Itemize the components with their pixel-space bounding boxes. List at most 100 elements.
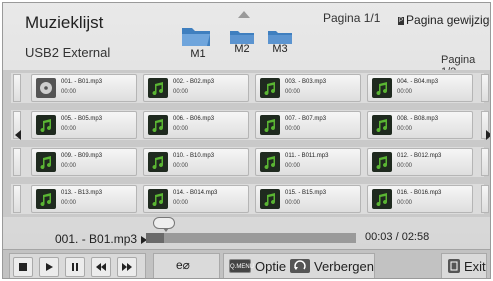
- folder-open-icon: [182, 28, 210, 46]
- repeat-mode-button[interactable]: e⌀: [153, 253, 220, 278]
- track-duration: 00:00: [285, 200, 301, 206]
- track-duration: 00:00: [397, 200, 413, 206]
- track-duration: 00:00: [61, 89, 77, 95]
- track-name: 006. - B06.mp3: [173, 116, 215, 122]
- music-tile[interactable]: 014. - B014.mp3 00:00: [143, 185, 249, 213]
- track-name: 007. - B07.mp3: [285, 116, 327, 122]
- music-note-icon: [148, 189, 168, 209]
- track-name: 004. - B04.mp3: [397, 79, 439, 85]
- option-group: Q.MENU Optie Verbergen: [223, 253, 375, 278]
- music-tile[interactable]: 010. - B10.mp3 00:00: [143, 148, 249, 176]
- stop-icon: [19, 263, 27, 271]
- music-tile[interactable]: 015. - B15.mp3 00:00: [255, 185, 361, 213]
- music-tile[interactable]: 009. - B09.mp3 00:00: [31, 148, 137, 176]
- page-change-label: Pagina gewijzigd: [406, 13, 491, 27]
- music-tile[interactable]: 003. - B03.mp3 00:00: [255, 74, 361, 102]
- hide-button[interactable]: Verbergen: [314, 259, 374, 274]
- music-note-icon: [372, 115, 392, 135]
- track-name: 008. - B08.mp3: [397, 116, 439, 122]
- now-playing: 001. - B01.mp3: [55, 232, 148, 246]
- playback-time: 00:03 / 02:58: [365, 231, 430, 243]
- music-note-icon: [260, 115, 280, 135]
- play-icon: [46, 263, 53, 271]
- progress-handle[interactable]: [153, 217, 175, 232]
- repeat-mode-icon: e⌀: [176, 258, 190, 272]
- music-tile[interactable]: 006. - B06.mp3 00:00: [143, 111, 249, 139]
- track-name: 005. - B05.mp3: [61, 116, 103, 122]
- partial-tile: [13, 74, 21, 102]
- partial-tile: [13, 148, 21, 176]
- track-duration: 00:00: [61, 163, 77, 169]
- music-tile[interactable]: 002. - B02.mp3 00:00: [143, 74, 249, 102]
- folder-label: M2: [234, 43, 250, 55]
- option-button[interactable]: Optie: [255, 259, 286, 274]
- track-duration: 00:00: [285, 89, 301, 95]
- music-tile[interactable]: 016. - B016.mp3 00:00: [367, 185, 473, 213]
- page-change-hint: P Pagina gewijzigd: [398, 13, 491, 27]
- partial-tile: [13, 185, 21, 213]
- music-tile[interactable]: 007. - B07.mp3 00:00: [255, 111, 361, 139]
- partial-tile: [481, 74, 489, 102]
- music-tile[interactable]: 011. - B011.mp3 00:00: [255, 148, 361, 176]
- music-tile[interactable]: 013. - B13.mp3 00:00: [31, 185, 137, 213]
- back-key-icon: [290, 259, 310, 273]
- track-duration: 00:00: [397, 89, 413, 95]
- music-tile[interactable]: 001. - B01.mp3 00:00: [31, 74, 137, 102]
- track-name: 014. - B014.mp3: [173, 190, 218, 196]
- fast-forward-button[interactable]: [117, 257, 137, 277]
- music-note-icon: [36, 115, 56, 135]
- music-note-icon: [260, 152, 280, 172]
- music-note-icon: [148, 115, 168, 135]
- track-duration: 00:00: [397, 163, 413, 169]
- track-name: 010. - B10.mp3: [173, 153, 215, 159]
- track-duration: 00:00: [397, 126, 413, 132]
- music-note-icon: [36, 152, 56, 172]
- page-title: Muzieklijst: [25, 13, 104, 32]
- progress-fill: [146, 233, 164, 243]
- track-name: 009. - B09.mp3: [61, 153, 103, 159]
- pause-icon: [72, 263, 78, 271]
- rewind-button[interactable]: [91, 257, 111, 277]
- track-duration: 00:00: [61, 126, 77, 132]
- music-grid: 001. - B01.mp3 00:00 002. - B02.mp3 00:00 00…: [3, 70, 490, 217]
- music-tile[interactable]: 008. - B08.mp3 00:00: [367, 111, 473, 139]
- music-note-icon: [372, 78, 392, 98]
- music-list-window: Muzieklijst USB2 External M1 M2 M3 Pagin: [2, 2, 491, 279]
- track-duration: 00:00: [285, 126, 301, 132]
- folder-label: M3: [272, 43, 288, 55]
- control-bar: e⌀ Q.MENU Optie Verbergen Exit: [3, 249, 490, 278]
- folder-label: M1: [190, 48, 206, 60]
- music-tile[interactable]: 005. - B05.mp3 00:00: [31, 111, 137, 139]
- pause-button[interactable]: [65, 257, 85, 277]
- partial-tile: [481, 148, 489, 176]
- exit-button[interactable]: Exit: [441, 253, 487, 278]
- music-note-icon: [372, 152, 392, 172]
- track-duration: 00:00: [173, 89, 189, 95]
- folder-up-icon[interactable]: [238, 11, 250, 18]
- fast-forward-icon: [122, 263, 132, 271]
- rewind-icon: [96, 263, 106, 271]
- partial-tile: [481, 185, 489, 213]
- track-duration: 00:00: [173, 200, 189, 206]
- track-name: 011. - B011.mp3: [285, 153, 329, 159]
- music-note-icon: [148, 78, 168, 98]
- progress-bar[interactable]: [146, 233, 356, 243]
- cd-disc-icon: [36, 78, 56, 98]
- stop-button[interactable]: [13, 257, 33, 277]
- track-duration: 00:00: [61, 200, 77, 206]
- music-tile[interactable]: 004. - B04.mp3 00:00: [367, 74, 473, 102]
- exit-label: Exit: [464, 259, 486, 274]
- track-name: 016. - B016.mp3: [397, 190, 442, 196]
- music-tile[interactable]: 012. - B012.mp3 00:00: [367, 148, 473, 176]
- track-duration: 00:00: [285, 163, 301, 169]
- current-track-label: 001. - B01.mp3: [55, 232, 138, 246]
- next-page-arrow-icon[interactable]: [486, 130, 490, 140]
- music-note-icon: [260, 78, 280, 98]
- play-button[interactable]: [39, 257, 59, 277]
- track-name: 012. - B012.mp3: [397, 153, 442, 159]
- exit-key-icon: [448, 259, 460, 273]
- transport-group: [9, 253, 146, 278]
- music-note-icon: [36, 189, 56, 209]
- page-indicator: Pagina 1/1: [323, 11, 381, 25]
- prev-page-arrow-icon[interactable]: [15, 130, 21, 140]
